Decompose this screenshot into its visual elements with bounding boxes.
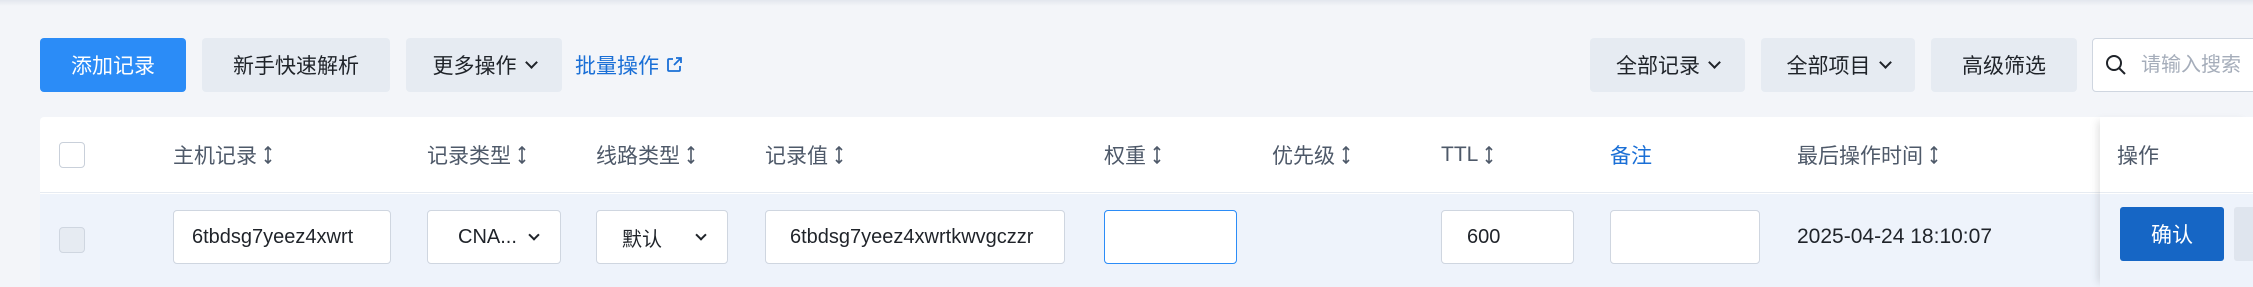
column-line-label: 线路类型 <box>596 145 680 168</box>
last-modified-time: 2025-04-24 18:10:07 <box>1797 210 1992 264</box>
column-last-modified-label: 最后操作时间 <box>1797 145 1923 168</box>
column-note: 备注 <box>1610 117 1652 193</box>
all-items-dropdown[interactable]: 全部项目 <box>1761 38 1915 92</box>
actions-column-shadow <box>2100 117 2253 287</box>
select-all-checkbox[interactable] <box>59 142 85 168</box>
column-note-label: 备注 <box>1610 145 1652 168</box>
record-type-value: CNA... <box>458 225 517 248</box>
chevron-down-icon <box>695 229 707 241</box>
line-type-value: 默认 <box>622 228 662 251</box>
note-input[interactable] <box>1610 210 1760 264</box>
search-input[interactable] <box>2141 53 2253 77</box>
ttl-input[interactable]: 600 <box>1441 210 1574 264</box>
quick-parse-button[interactable]: 新手快速解析 <box>202 38 390 92</box>
add-record-label: 添加记录 <box>71 55 155 78</box>
all-items-label: 全部项目 <box>1786 55 1871 78</box>
column-host[interactable]: 主机记录 <box>173 117 273 193</box>
cancel-button[interactable] <box>2234 207 2253 261</box>
record-type-select[interactable]: CNA... <box>427 210 561 264</box>
external-link-icon <box>667 57 682 72</box>
column-priority[interactable]: 优先级 <box>1272 117 1351 193</box>
more-actions-dropdown[interactable]: 更多操作 <box>406 38 562 92</box>
sort-icon <box>835 146 843 164</box>
column-type-label: 记录类型 <box>427 145 511 168</box>
toolbar: 添加记录 新手快速解析 更多操作 批量操作 全部记录 全部项目 高级筛选 <box>0 38 2253 92</box>
column-ttl[interactable]: TTL <box>1441 117 1494 193</box>
chevron-down-icon <box>524 55 538 69</box>
all-records-label: 全部记录 <box>1616 55 1700 78</box>
column-host-label: 主机记录 <box>173 145 257 168</box>
chevron-down-icon <box>1708 55 1721 69</box>
sort-icon <box>264 146 272 164</box>
column-value[interactable]: 记录值 <box>765 117 844 193</box>
sort-icon <box>687 146 695 164</box>
advanced-filter-button[interactable]: 高级筛选 <box>1931 38 2077 92</box>
batch-ops-label: 批量操作 <box>575 55 659 78</box>
more-actions-label: 更多操作 <box>432 55 517 78</box>
search-box[interactable] <box>2092 38 2253 92</box>
row-checkbox[interactable] <box>59 227 85 253</box>
add-record-button[interactable]: 添加记录 <box>40 38 186 92</box>
chevron-down-icon <box>1878 55 1892 69</box>
column-line[interactable]: 线路类型 <box>596 117 696 193</box>
column-value-label: 记录值 <box>765 145 828 168</box>
top-divider <box>0 0 2253 6</box>
sort-icon <box>1485 146 1493 164</box>
search-icon <box>2106 55 2126 75</box>
record-value-input[interactable]: 6tbdsg7yeez4xwrtkwvgczzr <box>765 210 1065 264</box>
confirm-label: 确认 <box>2151 224 2193 247</box>
confirm-button[interactable]: 确认 <box>2120 207 2224 261</box>
quick-parse-label: 新手快速解析 <box>233 55 359 78</box>
host-input[interactable]: 6tbdsg7yeez4xwrt <box>173 210 391 264</box>
edit-row: 6tbdsg7yeez4xwrt CNA... 默认 6tbdsg7yeez4x… <box>40 194 2253 287</box>
all-records-dropdown[interactable]: 全部记录 <box>1590 38 1745 92</box>
column-priority-label: 优先级 <box>1272 145 1335 168</box>
table-header: 主机记录 记录类型 线路类型 记录值 权重 优先级 TTL 备注 最后操作时间 … <box>40 117 2253 193</box>
sort-icon <box>1930 146 1938 164</box>
ttl-value: 600 <box>1467 225 1501 248</box>
last-modified-value: 2025-04-24 18:10:07 <box>1797 225 1992 248</box>
weight-input[interactable] <box>1104 210 1237 264</box>
batch-ops-link[interactable]: 批量操作 <box>575 38 683 92</box>
advanced-filter-label: 高级筛选 <box>1962 55 2046 78</box>
sort-icon <box>1342 146 1350 164</box>
column-type[interactable]: 记录类型 <box>427 117 527 193</box>
sort-icon <box>518 146 526 164</box>
column-weight[interactable]: 权重 <box>1104 117 1162 193</box>
sort-icon <box>1153 146 1161 164</box>
column-weight-label: 权重 <box>1104 145 1146 168</box>
host-value: 6tbdsg7yeez4xwrt <box>192 225 354 248</box>
record-value-text: 6tbdsg7yeez4xwrtkwvgczzr <box>790 225 1034 248</box>
line-type-select[interactable]: 默认 <box>596 210 728 264</box>
chevron-down-icon <box>528 229 540 241</box>
records-table: 主机记录 记录类型 线路类型 记录值 权重 优先级 TTL 备注 最后操作时间 … <box>40 117 2253 287</box>
column-last-modified[interactable]: 最后操作时间 <box>1797 117 1939 193</box>
column-ttl-label: TTL <box>1441 143 1479 166</box>
